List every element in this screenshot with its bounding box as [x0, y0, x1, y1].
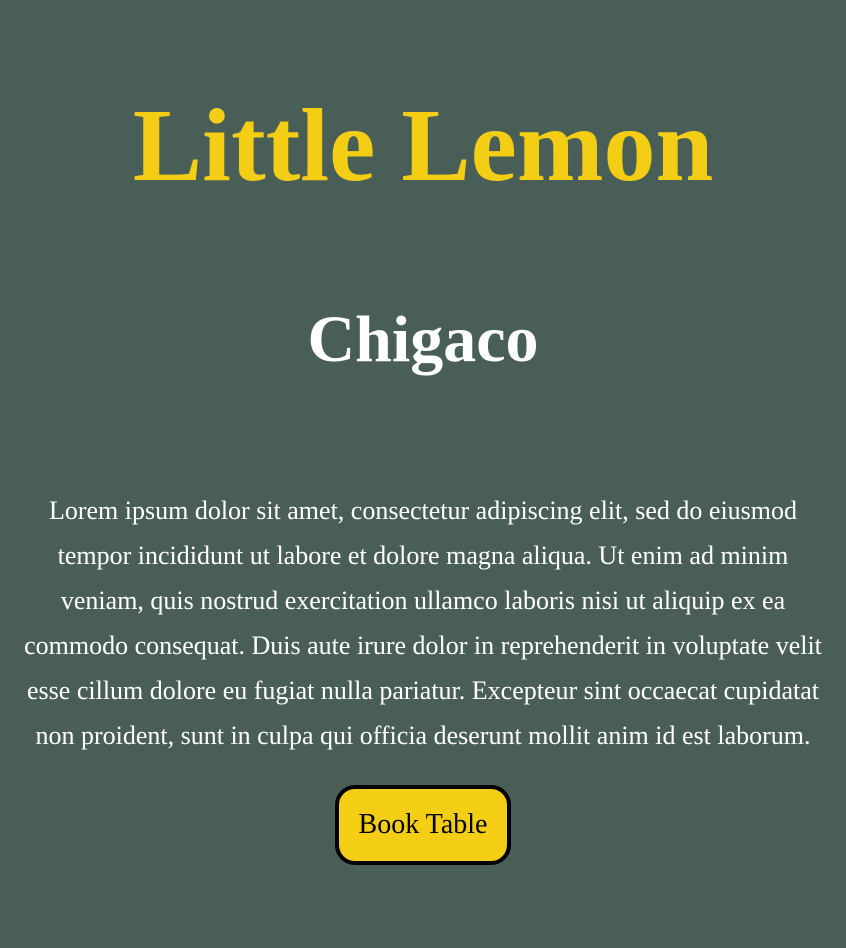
location-subtitle: Chigaco [307, 303, 539, 376]
description-text: Lorem ipsum dolor sit amet, consectetur … [24, 496, 822, 750]
book-table-button[interactable]: Book Table [334, 785, 512, 865]
page-title: Little Lemon [132, 88, 714, 203]
